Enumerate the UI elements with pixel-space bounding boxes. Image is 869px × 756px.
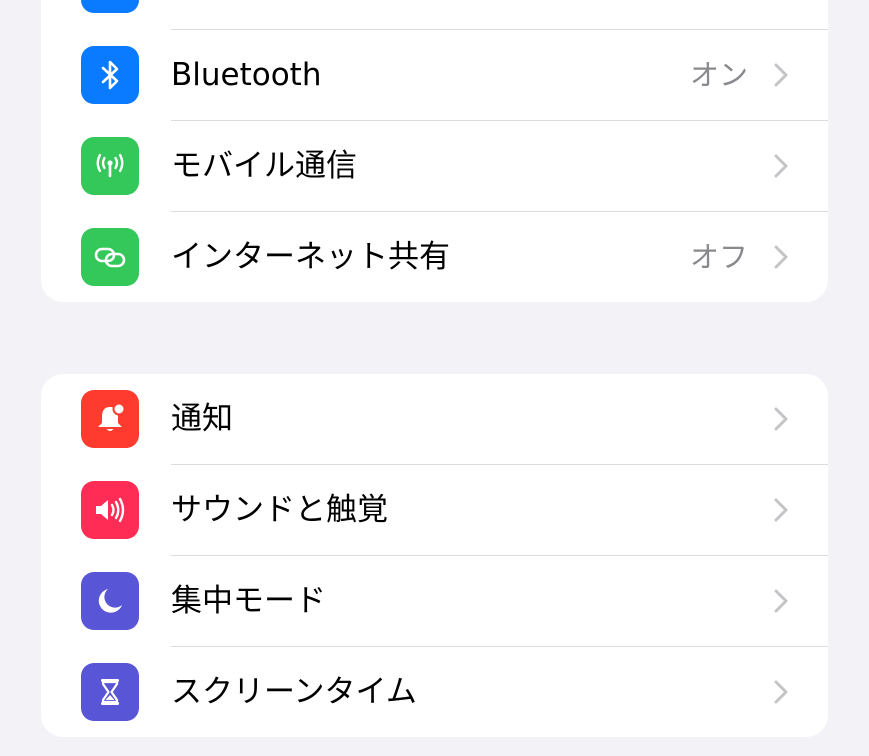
chevron-right-icon	[774, 589, 788, 613]
personal-hotspot-status: オフ	[689, 240, 748, 274]
chevron-right-icon	[774, 680, 788, 704]
settings-row-mobile-data[interactable]: モバイル通信	[41, 121, 828, 212]
personal-hotspot-label: インターネット共有	[171, 239, 450, 275]
chevron-right-icon	[774, 63, 788, 87]
bell-icon	[81, 390, 139, 448]
notifications-label: 通知	[171, 401, 233, 437]
settings-row-focus[interactable]: 集中モード	[41, 556, 828, 647]
chevron-right-icon	[774, 498, 788, 522]
bluetooth-label: Bluetooth	[171, 57, 322, 93]
focus-label: 集中モード	[171, 583, 326, 619]
moon-icon	[81, 572, 139, 630]
settings-group-system: 通知 サウンドと触覚 集中モード スクリーンタイム	[41, 374, 828, 737]
settings-row-notifications[interactable]: 通知	[41, 374, 828, 465]
screen-time-label: スクリーンタイム	[171, 674, 417, 710]
sounds-haptics-label: サウンドと触覚	[171, 492, 388, 528]
settings-row-personal-hotspot[interactable]: インターネット共有 オフ	[41, 212, 828, 302]
mobile-data-label: モバイル通信	[171, 148, 357, 184]
chevron-right-icon	[774, 407, 788, 431]
link-icon	[81, 228, 139, 286]
antenna-icon	[81, 137, 139, 195]
settings-row-bluetooth[interactable]: Bluetooth オン	[41, 30, 828, 121]
chevron-right-icon	[774, 154, 788, 178]
bluetooth-status: オン	[689, 58, 748, 92]
settings-row-screen-time[interactable]: スクリーンタイム	[41, 647, 828, 737]
settings-row-sounds-haptics[interactable]: サウンドと触覚	[41, 465, 828, 556]
partial-blue-icon	[81, 0, 139, 13]
settings-group-connectivity: Bluetooth オン モバイル通信 インターネット共有 オフ	[41, 0, 828, 302]
hourglass-icon	[81, 663, 139, 721]
speaker-icon	[81, 481, 139, 539]
bluetooth-icon	[81, 46, 139, 104]
chevron-right-icon	[774, 245, 788, 269]
settings-row-partial[interactable]	[41, 0, 828, 30]
